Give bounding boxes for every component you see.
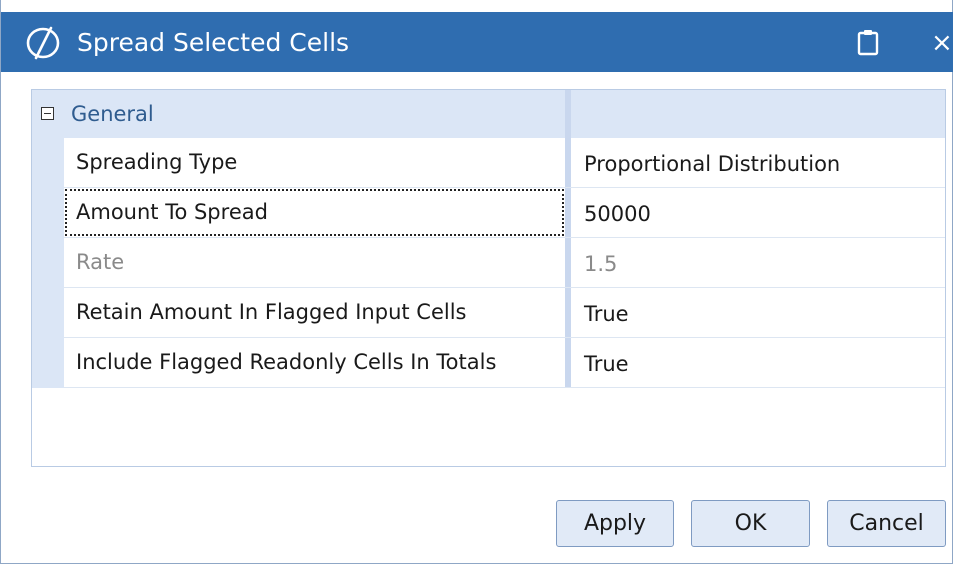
property-row-spreading-type: Spreading Type Proportional Distribution (64, 138, 945, 188)
property-name[interactable]: Retain Amount In Flagged Input Cells (64, 288, 565, 337)
spread-selected-cells-dialog: Spread Selected Cells × General Spreadin… (0, 0, 953, 564)
clipboard-icon[interactable] (856, 28, 880, 56)
property-row-retain-amount: Retain Amount In Flagged Input Cells Tru… (64, 288, 945, 338)
collapse-minus-icon[interactable] (41, 107, 54, 120)
property-name: Rate (76, 250, 125, 274)
property-value-dropdown[interactable]: True (571, 338, 945, 387)
property-row-include-readonly: Include Flagged Readonly Cells In Totals… (64, 338, 945, 388)
property-value-input: 1.5 (584, 252, 618, 276)
cancel-button[interactable]: Cancel (827, 500, 946, 547)
property-value-dropdown[interactable]: True (571, 288, 945, 337)
property-name[interactable]: Include Flagged Readonly Cells In Totals (64, 338, 565, 387)
close-icon[interactable]: × (931, 26, 953, 60)
grid-gutter (32, 138, 64, 388)
property-value-input[interactable]: 50000 (571, 188, 945, 237)
category-label: General (71, 102, 154, 126)
apply-button[interactable]: Apply (556, 500, 674, 547)
property-name[interactable]: Amount To Spread (64, 188, 565, 237)
onestream-logo-icon (26, 26, 60, 60)
property-row-rate: Rate 1.5 (64, 238, 945, 288)
property-grid: General Spreading Type Proportional Dist… (31, 89, 946, 467)
column-divider (565, 90, 571, 138)
category-row-general[interactable]: General (32, 90, 945, 138)
ok-button[interactable]: OK (691, 500, 810, 547)
property-value-dropdown[interactable]: Proportional Distribution (571, 138, 945, 187)
dialog-title: Spread Selected Cells (77, 28, 350, 57)
property-row-amount-to-spread: Amount To Spread 50000 (64, 188, 945, 238)
title-bar[interactable]: Spread Selected Cells × (1, 12, 953, 72)
property-name[interactable]: Spreading Type (64, 138, 565, 187)
